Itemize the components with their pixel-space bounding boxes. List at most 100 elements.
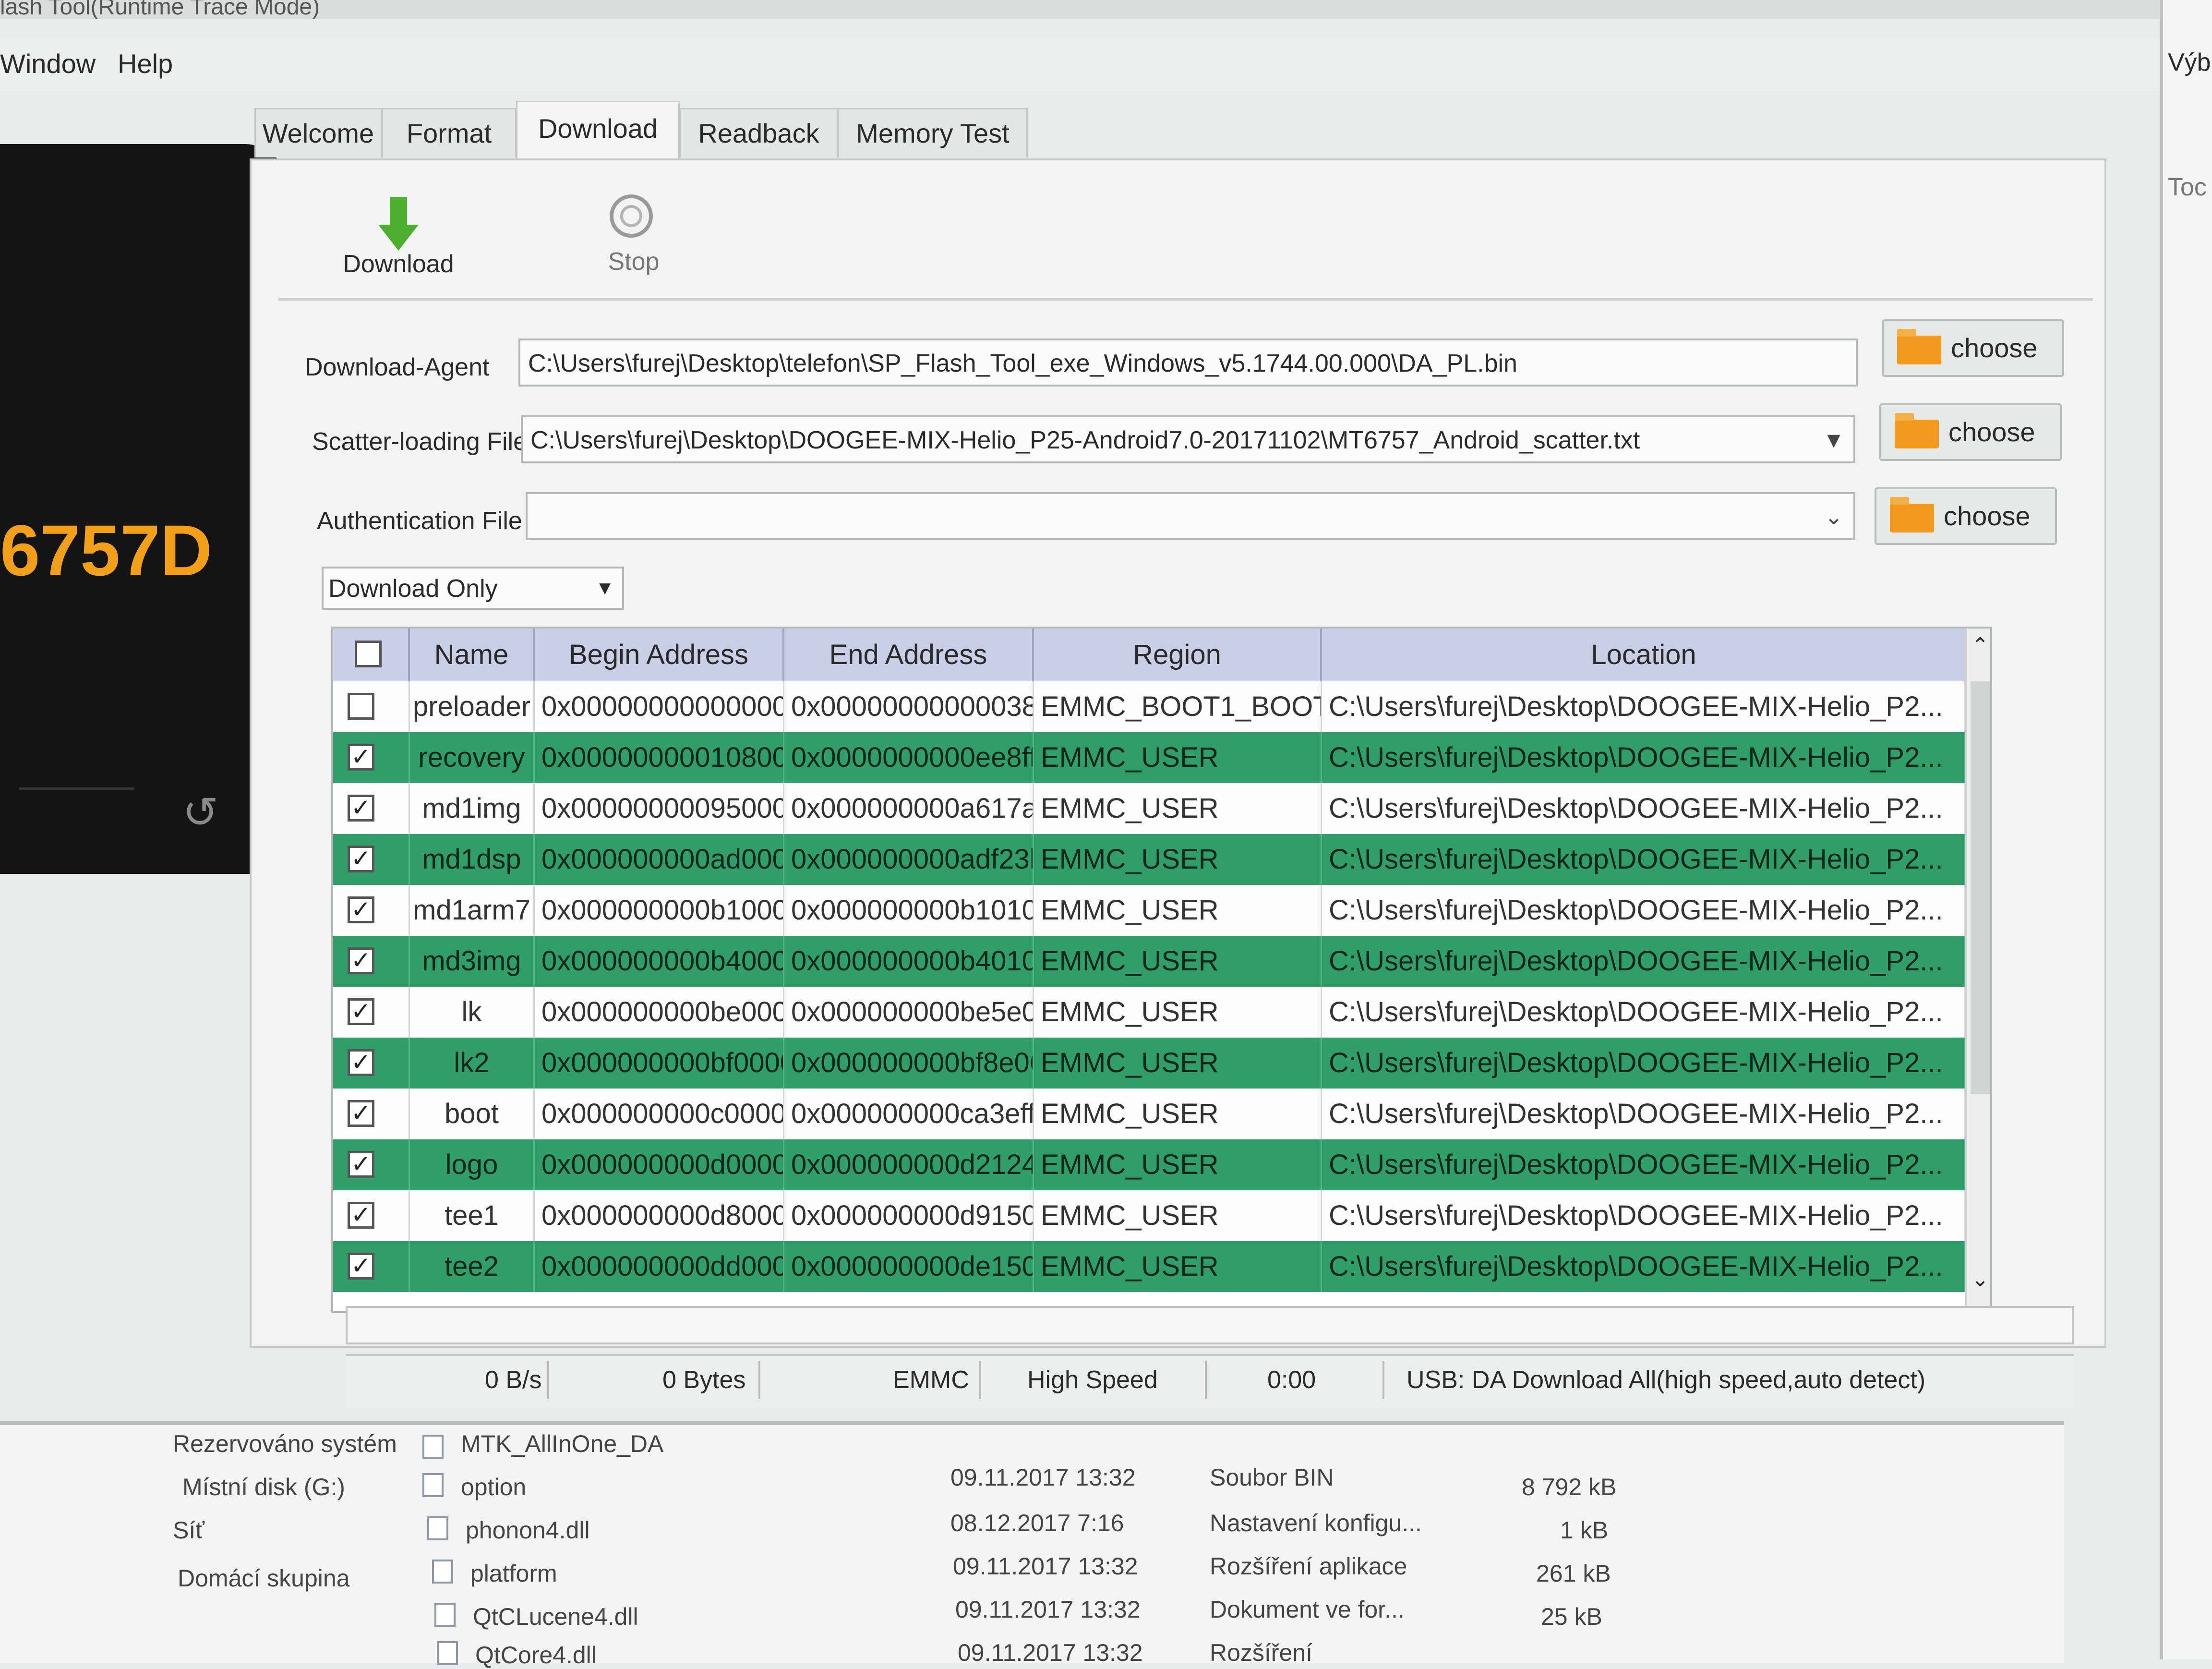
table-row[interactable]: ✓ md1dsp0x000000000ad000000x000000000adf2… [333, 834, 1965, 885]
column-header-end-address[interactable]: End Address [784, 629, 1034, 681]
scatter-file-choose-button[interactable]: choose [1879, 403, 2062, 461]
menu-window[interactable]: Window [0, 48, 96, 79]
row-checkbox[interactable]: ✓ [348, 1100, 374, 1127]
cell-location: C:\Users\furej\Desktop\DOOGEE-MIX-Helio_… [1322, 783, 1965, 834]
row-checkbox[interactable]: ✓ [348, 998, 374, 1025]
table-row[interactable]: ✓ boot0x000000000c0000000x000000000ca3eff… [333, 1088, 1965, 1139]
scatter-file-field[interactable]: C:\Users\furej\Desktop\DOOGEE-MIX-Helio_… [521, 415, 1855, 463]
row-checkbox[interactable]: ✓ [348, 896, 374, 923]
cell-begin-address: 0x000000000be00000 [535, 987, 784, 1038]
table-row[interactable]: ✓ recovery 0x000000000108000 0x0000000000ee… [333, 732, 1965, 783]
file-date: 09.11.2017 13:32 [955, 1596, 1141, 1623]
row-checkbox[interactable]: ✓ [348, 1049, 374, 1076]
cell-region: EMMC_USER [1034, 936, 1322, 987]
auth-file-field[interactable] [526, 492, 1855, 540]
status-bar: 0 B/s 0 Bytes EMMC High Speed 0:00 USB: … [346, 1354, 2074, 1409]
auth-file-choose-button[interactable]: choose [1875, 487, 2057, 545]
file-name[interactable]: QtCLucene4.dll [473, 1603, 638, 1631]
column-header-region[interactable]: Region [1034, 629, 1322, 681]
cell-checkbox: ✓ [333, 732, 410, 783]
tab-memory-test[interactable]: Memory Test [838, 108, 1028, 157]
cell-name: md1arm7 [410, 885, 535, 936]
status-divider [547, 1361, 549, 1399]
tab-download[interactable]: Download [516, 101, 680, 160]
download-arrow-icon[interactable] [374, 197, 422, 254]
nav-item-network[interactable]: Síť [173, 1516, 204, 1544]
column-header-begin-address[interactable]: Begin Address [535, 629, 784, 681]
file-type: Nastavení konfigu... [1210, 1510, 1422, 1536]
stop-icon[interactable] [610, 194, 653, 238]
table-row[interactable]: preloader0x00000000000000000x00000000000… [333, 681, 1965, 732]
download-agent-field[interactable]: C:\Users\furej\Desktop\telefon\SP_Flash_… [518, 339, 1858, 387]
file-name[interactable]: option [461, 1473, 526, 1501]
row-checkbox[interactable]: ✓ [348, 795, 374, 822]
stop-button[interactable]: Stop [586, 247, 682, 276]
row-checkbox[interactable]: ✓ [348, 744, 374, 771]
row-checkbox[interactable]: ✓ [348, 1253, 374, 1280]
cell-region: EMMC_USER [1034, 783, 1322, 834]
select-all-header [333, 629, 410, 681]
tab-format[interactable]: Format [382, 108, 517, 157]
download-agent-choose-button[interactable]: choose [1882, 319, 2064, 377]
cell-name: md3img [410, 936, 535, 987]
download-button[interactable]: Download [331, 250, 466, 278]
file-type: Rozšíření [1210, 1639, 1312, 1666]
cell-location: C:\Users\furej\Desktop\DOOGEE-MIX-Helio_… [1322, 681, 1965, 732]
file-name[interactable]: platform [470, 1560, 557, 1587]
cell-end-address: 0x000000000d91509f [784, 1190, 1034, 1241]
cell-checkbox: ✓ [333, 834, 410, 885]
nav-item-reserved[interactable]: Rezervováno systém [173, 1430, 397, 1458]
nav-item-local-disk[interactable]: Místní disk (G:) [182, 1473, 345, 1501]
row-checkbox[interactable] [348, 693, 374, 720]
table-row[interactable]: ✓ lk2 0x000000000bf00000 0x000000000bf8e06f… [333, 1038, 1965, 1088]
chevron-down-icon[interactable]: ▼ [590, 571, 619, 605]
table-row[interactable]: ✓ lk0x000000000be000000x000000000be5e06fE… [333, 987, 1965, 1038]
file-icon [422, 1435, 444, 1459]
tab-welcome[interactable]: Welcome [254, 108, 382, 157]
download-mode-select[interactable]: Download Only [322, 567, 624, 610]
file-date: 09.11.2017 13:32 [950, 1464, 1136, 1491]
status-usb: USB: DA Download All(high speed,auto det… [1407, 1366, 1926, 1394]
menu-help[interactable]: Help [118, 48, 173, 79]
column-header-location[interactable]: Location [1322, 629, 1965, 681]
row-checkbox[interactable]: ✓ [348, 846, 374, 872]
file-name[interactable]: phonon4.dll [466, 1516, 590, 1544]
cell-location: C:\Users\furej\Desktop\DOOGEE-MIX-Helio_… [1322, 1190, 1965, 1241]
nav-item-homegroup[interactable]: Domácí skupina [178, 1564, 350, 1592]
status-mode: High Speed [1027, 1366, 1158, 1394]
table-row[interactable]: ✓ md1arm70x000000000b1000000x000000000b10… [333, 885, 1965, 936]
table-row[interactable]: ✓ tee10x000000000d8000000x000000000d91509… [333, 1190, 1965, 1241]
status-storage: EMMC [893, 1366, 969, 1394]
cell-name: md1img [410, 783, 535, 834]
cell-checkbox: ✓ [333, 1241, 410, 1292]
cell-name: tee2 [410, 1241, 535, 1292]
table-row[interactable]: ✓ md3img0x000000000b4000000x000000000b401… [333, 936, 1965, 987]
file-type: Soubor BIN [1210, 1464, 1334, 1491]
tab-readback[interactable]: Readback [679, 108, 838, 157]
chevron-down-icon[interactable]: ⌄ [1815, 495, 1853, 539]
scrollbar-thumb[interactable] [1971, 681, 1990, 1094]
cell-end-address: 0x000000000d2124ef [784, 1139, 1034, 1190]
row-checkbox[interactable]: ✓ [348, 1151, 374, 1178]
chevron-down-icon[interactable]: ▼ [1815, 418, 1853, 462]
status-divider [1205, 1361, 1207, 1399]
table-row[interactable]: ✓ logo0x000000000d0000000x000000000d2124e… [333, 1139, 1965, 1190]
table-scrollbar[interactable]: ⌃ ⌄ [1965, 629, 1990, 1311]
row-checkbox[interactable]: ✓ [348, 1202, 374, 1229]
cell-end-address: 0x0000000000ee8fff [784, 732, 1034, 783]
cell-end-address: 0x000000000a617aaf [784, 783, 1034, 834]
status-divider [1382, 1361, 1384, 1399]
chevron-up-icon[interactable]: ⌃ [1967, 633, 1990, 667]
row-checkbox[interactable]: ✓ [348, 947, 374, 974]
file-name[interactable]: QtCore4.dll [475, 1641, 597, 1669]
select-all-checkbox[interactable] [355, 641, 382, 667]
window-title-bar: lash Tool(Runtime Trace Mode) [0, 0, 2160, 19]
file-icon [427, 1516, 448, 1540]
chevron-down-icon[interactable]: ⌄ [1967, 1267, 1990, 1301]
column-header-name[interactable]: Name [410, 629, 535, 681]
table-row[interactable]: ✓ tee20x000000000dd000000x000000000de1509… [333, 1241, 1965, 1292]
cell-begin-address: 0x000000000dd00000 [535, 1241, 784, 1292]
menu-bar: Window Help [0, 38, 2160, 91]
table-row[interactable]: ✓ md1img0x00000000095000000x000000000a617… [333, 783, 1965, 834]
file-name[interactable]: MTK_AllInOne_DA [461, 1430, 663, 1458]
